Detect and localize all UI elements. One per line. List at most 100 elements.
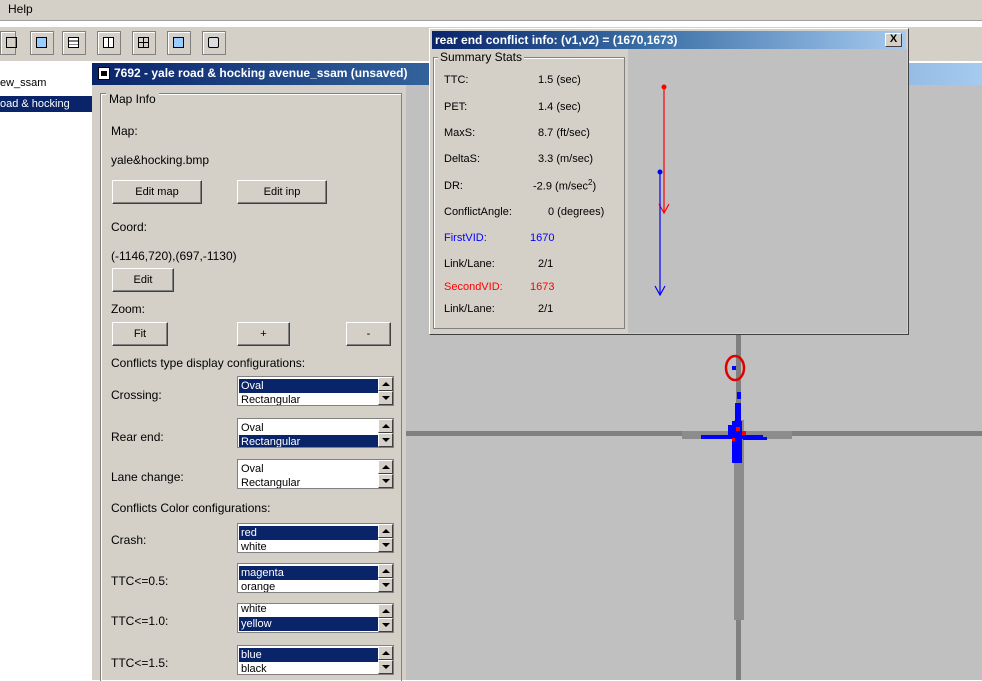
- first-link-value: 2/1: [538, 258, 554, 270]
- map-window-title: 7692 - yale road & hocking avenue_ssam (…: [114, 66, 408, 80]
- second-vid-label: SecondVID:: [444, 281, 503, 293]
- stat-pet-value: 1.4 (sec): [538, 101, 581, 113]
- stat-angle-value: 0 (degrees): [548, 206, 605, 218]
- stat-angle-label: ConflictAngle:: [444, 206, 512, 218]
- second-vehicle-start-point: [661, 84, 667, 90]
- second-link-value: 2/1: [538, 303, 554, 315]
- first-vid-label: FirstVID:: [444, 232, 487, 244]
- edit-inp-button[interactable]: Edit inp: [237, 180, 327, 204]
- scroll-up-icon[interactable]: [378, 604, 393, 618]
- coord-value: (-1146,720),(697,-1130): [111, 249, 237, 263]
- ttc10-option-yellow[interactable]: yellow: [239, 617, 378, 631]
- toolbar-grid-icon[interactable]: [132, 31, 156, 55]
- scroll-up-icon[interactable]: [378, 524, 393, 538]
- stat-ttc-value: 1.5 (sec): [538, 74, 581, 86]
- ttc15-option-black[interactable]: black: [239, 662, 378, 674]
- stat-maxs-value: 8.7 (ft/sec): [538, 127, 590, 139]
- window-icon: [98, 67, 110, 80]
- crash-option-white[interactable]: white: [239, 540, 378, 552]
- stat-dr-label: DR:: [444, 180, 463, 192]
- scroll-down-icon[interactable]: [378, 391, 393, 405]
- ttc15-option-blue[interactable]: blue: [239, 648, 378, 662]
- zoom-fit-button[interactable]: Fit: [112, 322, 168, 346]
- scroll-down-icon[interactable]: [378, 660, 393, 674]
- ttc05-option-magenta[interactable]: magenta: [239, 566, 378, 580]
- rear-end-option-oval[interactable]: Oval: [239, 421, 378, 435]
- scroll-up-icon[interactable]: [378, 564, 393, 578]
- edit-coord-button[interactable]: Edit: [112, 268, 174, 292]
- stat-deltas-label: DeltaS:: [444, 153, 481, 165]
- crossing-option-rectangular[interactable]: Rectangular: [239, 393, 378, 405]
- scroll-down-icon[interactable]: [378, 618, 393, 632]
- vector-svg: [654, 84, 670, 297]
- toolbar-tile-horizontal-icon[interactable]: [62, 31, 86, 55]
- first-vid-value: 1670: [530, 232, 555, 244]
- stat-ttc-label: TTC:: [444, 74, 469, 86]
- toolbar-window-icon[interactable]: [30, 31, 54, 55]
- ttc05-label: TTC<=0.5:: [111, 574, 169, 588]
- scroll-down-icon[interactable]: [378, 578, 393, 592]
- second-link-label: Link/Lane:: [444, 303, 495, 315]
- conflict-info-title: rear end conflict info: (v1,v2) = (1670,…: [435, 33, 678, 47]
- coord-label: Coord:: [111, 220, 148, 234]
- ttc10-label: TTC<=1.0:: [111, 614, 169, 628]
- toolbar-cascade-icon[interactable]: [167, 31, 191, 55]
- tree-item-project[interactable]: ew_ssam: [0, 75, 92, 91]
- scroll-down-icon[interactable]: [378, 474, 393, 488]
- rear-end-label: Rear end:: [111, 430, 164, 444]
- map-file-name: yale&hocking.bmp: [111, 153, 210, 167]
- stat-dr-close: ): [592, 180, 597, 193]
- crossing-option-oval[interactable]: Oval: [239, 379, 378, 393]
- stat-dr-unit: (m/sec: [555, 180, 589, 193]
- crossing-listbox[interactable]: Oval Rectangular: [237, 376, 394, 406]
- stat-dr-value: -2.9 (m/sec2): [533, 178, 596, 193]
- crash-listbox[interactable]: red white: [237, 523, 394, 553]
- conflicts-type-heading: Conflicts type display configurations:: [111, 356, 306, 370]
- toolbar-open-icon[interactable]: [0, 31, 17, 55]
- scroll-up-icon[interactable]: [378, 419, 393, 433]
- ttc10-option-white[interactable]: white: [239, 604, 378, 616]
- scroll-up-icon[interactable]: [378, 646, 393, 660]
- toolbar-tile-vertical-icon[interactable]: [97, 31, 121, 55]
- ttc05-listbox[interactable]: magenta orange: [237, 563, 394, 593]
- second-vid-value: 1673: [530, 281, 555, 293]
- project-tree: ew_ssam oad & hocking: [0, 65, 92, 680]
- first-vehicle-start-point: [657, 169, 663, 175]
- rear-end-listbox[interactable]: Oval Rectangular: [237, 418, 394, 448]
- lane-change-option-oval[interactable]: Oval: [239, 462, 378, 476]
- tree-item-map[interactable]: oad & hocking: [0, 96, 92, 112]
- lane-change-label: Lane change:: [111, 470, 184, 484]
- close-icon[interactable]: X: [885, 33, 902, 47]
- summary-stats-legend: Summary Stats: [438, 50, 525, 64]
- ttc05-option-orange[interactable]: orange: [239, 580, 378, 592]
- ttc10-listbox[interactable]: white yellow: [237, 603, 394, 633]
- stat-deltas-value: 3.3 (m/sec): [538, 153, 594, 165]
- scroll-down-icon[interactable]: [378, 433, 393, 447]
- crossing-label: Crossing:: [111, 388, 162, 402]
- zoom-out-button[interactable]: -: [346, 322, 391, 346]
- crash-option-red[interactable]: red: [239, 526, 378, 540]
- edit-map-button[interactable]: Edit map: [112, 180, 202, 204]
- ttc15-label: TTC<=1.5:: [111, 656, 169, 670]
- conflicts-color-heading: Conflicts Color configurations:: [111, 501, 271, 515]
- scroll-up-icon[interactable]: [378, 460, 393, 474]
- lane-change-option-rectangular[interactable]: Rectangular: [239, 476, 378, 488]
- scroll-up-icon[interactable]: [378, 377, 393, 391]
- toolbar-calculator-icon[interactable]: [202, 31, 226, 55]
- menu-bar: Help: [0, 0, 982, 21]
- zoom-in-button[interactable]: +: [237, 322, 290, 346]
- map-label: Map:: [111, 124, 138, 138]
- vehicle-vector-diagram: [628, 49, 907, 333]
- crash-label: Crash:: [111, 533, 147, 547]
- ttc15-listbox[interactable]: blue black: [237, 645, 394, 675]
- scroll-down-icon[interactable]: [378, 538, 393, 552]
- conflict-info-titlebar[interactable]: rear end conflict info: (v1,v2) = (1670,…: [432, 31, 906, 49]
- stat-maxs-label: MaxS:: [444, 127, 476, 139]
- stat-dr-number: -2.9: [533, 180, 552, 193]
- lane-change-listbox[interactable]: Oval Rectangular: [237, 459, 394, 489]
- stat-pet-label: PET:: [444, 101, 468, 113]
- menu-help[interactable]: Help: [8, 2, 33, 16]
- rear-end-option-rectangular[interactable]: Rectangular: [239, 435, 378, 447]
- first-link-label: Link/Lane:: [444, 258, 495, 270]
- map-info-legend: Map Info: [106, 93, 159, 105]
